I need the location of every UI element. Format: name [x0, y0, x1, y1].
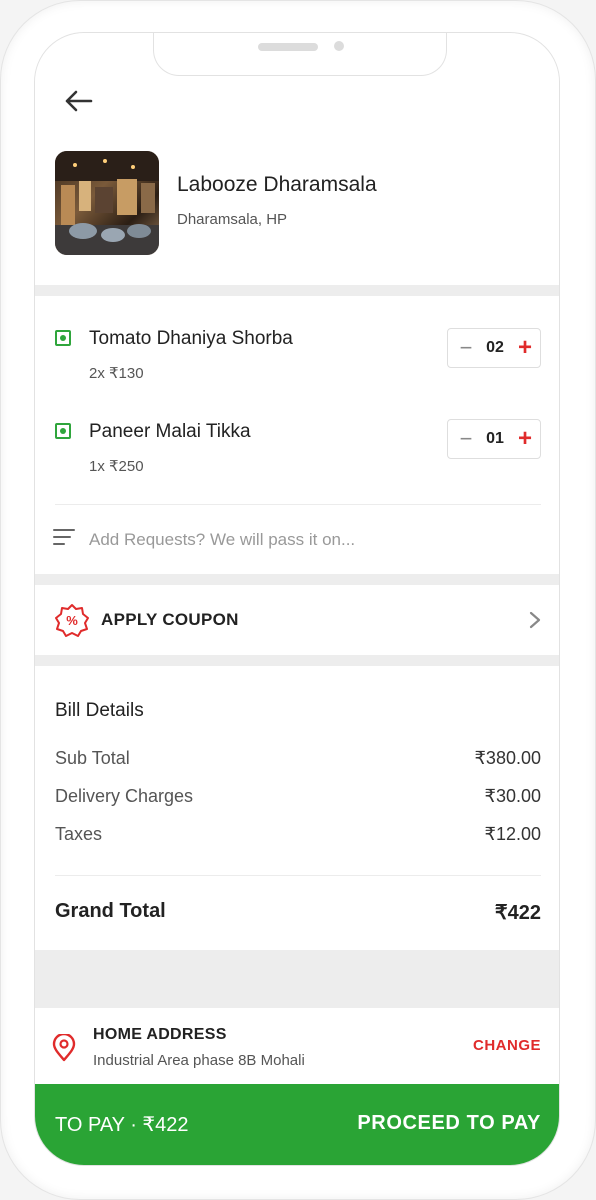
quantity-stepper: − 02 + — [447, 328, 541, 368]
veg-icon — [55, 423, 71, 439]
bill-row-label: Sub Total — [55, 748, 130, 768]
bill-row-value: ₹12.00 — [484, 824, 542, 844]
chevron-right-icon — [529, 611, 541, 629]
camera — [334, 41, 344, 51]
divider — [55, 504, 541, 505]
restaurant-image — [55, 151, 159, 255]
to-pay-amount: TO PAY · ₹422 — [55, 1114, 189, 1136]
proceed-to-pay-button[interactable]: PROCEED TO PAY — [357, 1112, 541, 1135]
restaurant-header: Labooze Dharamsala Dharamsala, HP — [35, 33, 559, 285]
item-qty-price: 2x ₹130 — [89, 365, 144, 382]
apply-coupon-row[interactable]: % APPLY COUPON — [35, 585, 559, 655]
bill-details: Bill Details Sub Total ₹380.00 Delivery … — [35, 666, 559, 950]
decrease-button[interactable]: − — [456, 335, 476, 361]
bill-row-label: Taxes — [55, 824, 103, 844]
svg-text:%: % — [66, 613, 78, 628]
address-line: Industrial Area phase 8B Mohali — [93, 1052, 305, 1069]
notes-icon — [53, 529, 75, 545]
screen: Labooze Dharamsala Dharamsala, HP Tomato… — [34, 32, 560, 1166]
phone-notch — [153, 33, 447, 76]
address-title: HOME ADDRESS — [93, 1026, 227, 1043]
add-requests-input[interactable]: Add Requests? We will pass it on... — [89, 530, 355, 550]
back-arrow-icon[interactable] — [63, 89, 93, 113]
bill-details-title: Bill Details — [55, 700, 144, 721]
restaurant-location: Dharamsala, HP — [177, 211, 288, 228]
speaker — [258, 43, 318, 51]
bill-row-value: ₹30.00 — [484, 786, 542, 806]
change-address-button[interactable]: CHANGE — [473, 1037, 541, 1054]
bill-row-value: ₹380.00 — [474, 748, 541, 768]
bill-row-label: Delivery Charges — [55, 786, 194, 806]
item-qty-price: 1x ₹250 — [89, 458, 144, 475]
item-name: Tomato Dhaniya Shorba — [89, 328, 293, 349]
grand-total-label: Grand Total — [55, 900, 166, 922]
increase-button[interactable]: + — [514, 335, 536, 361]
grand-total-value: ₹422 — [494, 902, 541, 924]
location-pin-icon — [52, 1034, 76, 1062]
restaurant-name: Labooze Dharamsala — [177, 173, 377, 196]
divider — [55, 875, 541, 876]
cart-items: Tomato Dhaniya Shorba 2x ₹130 − 02 + Pan… — [35, 296, 559, 574]
pay-bar: TO PAY · ₹422 PROCEED TO PAY — [35, 1084, 559, 1165]
item-name: Paneer Malai Tikka — [89, 421, 251, 442]
coupon-badge-icon: % — [55, 604, 89, 637]
increase-button[interactable]: + — [514, 426, 536, 452]
decrease-button[interactable]: − — [456, 426, 476, 452]
phone-frame: Labooze Dharamsala Dharamsala, HP Tomato… — [0, 0, 596, 1200]
quantity-stepper: − 01 + — [447, 419, 541, 459]
item-count: 01 — [486, 430, 504, 447]
veg-icon — [55, 330, 71, 346]
delivery-address: HOME ADDRESS Industrial Area phase 8B Mo… — [35, 1008, 559, 1084]
item-count: 02 — [486, 339, 504, 356]
apply-coupon-label: APPLY COUPON — [101, 610, 239, 629]
